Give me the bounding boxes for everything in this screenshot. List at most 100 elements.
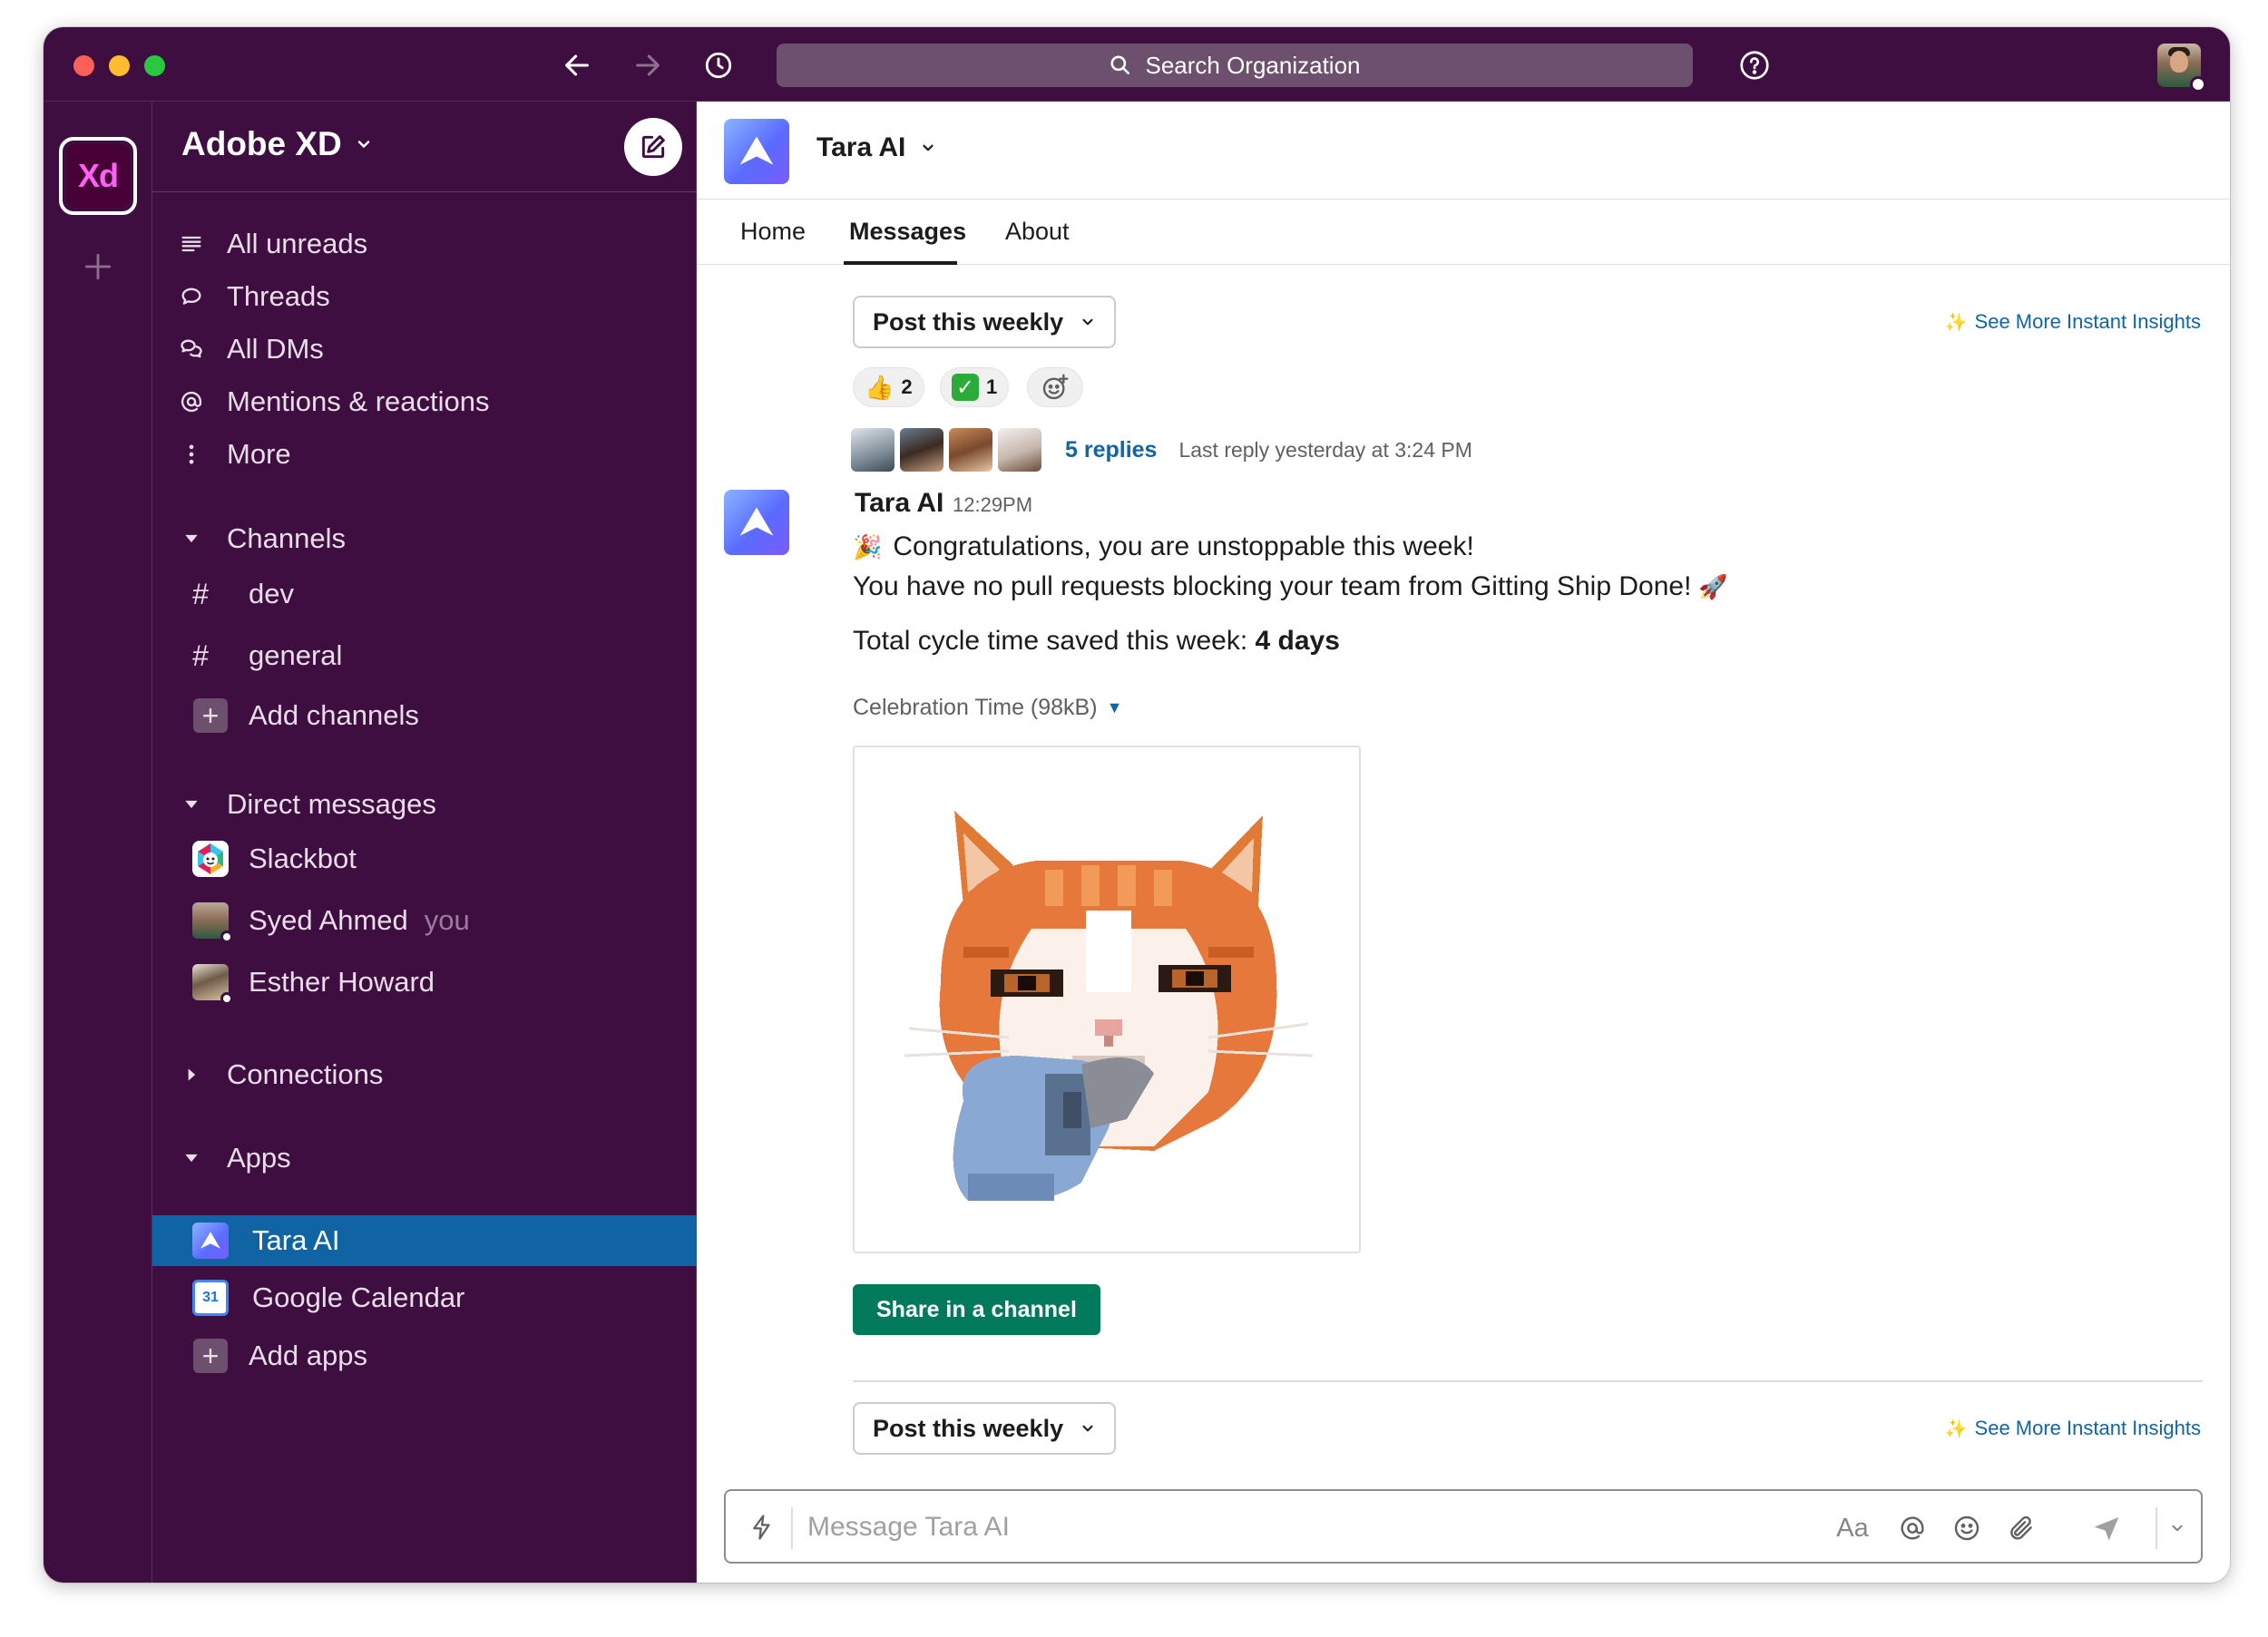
workspace-switcher-adobe-xd[interactable]: Xd	[59, 137, 137, 215]
compose-button[interactable]	[624, 118, 682, 176]
user-avatar[interactable]	[2157, 44, 2206, 93]
insights-label: See More Instant Insights	[1974, 310, 2201, 333]
sidebar-item-all-unreads[interactable]: All unreads	[152, 219, 697, 268]
message-timestamp[interactable]: 12:29PM	[953, 493, 1032, 517]
add-channels-button[interactable]: + Add channels	[152, 691, 697, 740]
search-icon	[1110, 55, 1130, 74]
sidebar-item-label: Mentions & reactions	[227, 385, 490, 417]
dm-label-wrap: Syed Ahmed you	[249, 904, 470, 937]
message-author[interactable]: Tara AI	[855, 488, 943, 519]
sidebar-item-channel-dev[interactable]: # dev	[152, 570, 697, 619]
sidebar-item-label: All DMs	[227, 333, 324, 365]
attach-paperclip-icon[interactable]	[2001, 1508, 2041, 1548]
mention-at-icon[interactable]	[1892, 1508, 1932, 1548]
sidebar-item-dm-slackbot[interactable]: Slackbot	[152, 834, 697, 883]
channels-section-toggle[interactable]: Channels	[152, 514, 697, 563]
back-arrow-icon[interactable]	[557, 45, 597, 85]
add-apps-label: Add apps	[249, 1340, 367, 1371]
workspace-name: Adobe XD	[181, 125, 342, 162]
attachment-toggle[interactable]: Celebration Time (98kB) ▼	[853, 695, 1122, 721]
sparkle-icon: ✨	[1944, 312, 1968, 333]
sidebar: Adobe XD All unreads Threads All DMs Men…	[152, 102, 697, 1583]
sidebar-item-app-tara-ai[interactable]: Tara AI	[152, 1215, 697, 1266]
sidebar-item-label: All unreads	[227, 228, 368, 259]
help-icon[interactable]	[1735, 45, 1774, 85]
message-composer: Aa	[724, 1489, 2203, 1564]
celebration-image-cat[interactable]	[853, 745, 1361, 1253]
apps-section-toggle[interactable]: Apps	[152, 1134, 697, 1183]
title-bar: Search Organization	[44, 27, 2230, 102]
forward-arrow-icon[interactable]	[628, 45, 668, 85]
channel-title-menu[interactable]: Tara AI	[816, 132, 936, 163]
add-channels-label: Add channels	[249, 699, 419, 731]
workspace-name-menu[interactable]: Adobe XD	[181, 125, 373, 163]
reaction-thumbs-up[interactable]: 👍 2	[853, 367, 924, 407]
sidebar-item-more[interactable]: More	[152, 430, 697, 479]
hash-icon: #	[192, 577, 209, 610]
all-unreads-icon	[176, 229, 207, 259]
see-more-insights-link-bottom[interactable]: ✨ See More Instant Insights	[1945, 1417, 2201, 1440]
section-header-channels: Channels	[227, 522, 346, 554]
plus-icon	[84, 253, 112, 280]
workspace-rail: Xd	[44, 102, 152, 1583]
participant-avatar	[998, 428, 1041, 472]
post-this-weekly-dropdown[interactable]: Post this weekly	[853, 296, 1117, 348]
dm-label: Syed Ahmed	[249, 904, 408, 936]
check-mark-icon: ✓	[952, 374, 979, 401]
sidebar-item-threads[interactable]: Threads	[152, 272, 697, 321]
channel-tabs: Home Messages About	[697, 200, 2230, 265]
emoji-smile-icon[interactable]	[1947, 1508, 1987, 1548]
message-line-congrats: 🎉 Congratulations, you are unstoppable th…	[853, 531, 1474, 562]
chevron-down-icon	[1082, 1425, 1093, 1432]
tab-home[interactable]: Home	[740, 218, 806, 246]
last-reply-time: Last reply yesterday at 3:24 PM	[1178, 437, 1472, 462]
hash-icon: #	[192, 638, 209, 672]
close-window-button[interactable]	[73, 55, 94, 76]
zoom-window-button[interactable]	[144, 55, 165, 76]
tab-about[interactable]: About	[1005, 218, 1070, 246]
sidebar-item-dm-syed-ahmed[interactable]: Syed Ahmed you	[152, 896, 697, 945]
caret-down-icon: ▼	[1106, 698, 1123, 716]
shortcuts-lightning-icon[interactable]	[742, 1507, 782, 1547]
sidebar-item-dm-esther-howard[interactable]: Esther Howard	[152, 958, 697, 1007]
slackbot-icon	[192, 841, 229, 877]
send-options-chevron-icon[interactable]	[2161, 1508, 2194, 1548]
thread-summary[interactable]: 5 replies Last reply yesterday at 3:24 P…	[851, 428, 1472, 472]
compose-icon	[641, 135, 665, 159]
message-text: Total cycle time saved this week:	[853, 626, 1256, 656]
share-in-channel-button[interactable]: Share in a channel	[853, 1284, 1100, 1335]
at-icon	[176, 386, 207, 417]
message-input[interactable]	[807, 1504, 1715, 1551]
replies-count-link[interactable]: 5 replies	[1065, 437, 1157, 463]
add-reaction-button[interactable]	[1027, 367, 1083, 407]
search-bar[interactable]: Search Organization	[777, 44, 1693, 87]
chevron-down-icon	[923, 144, 934, 151]
you-suffix: you	[424, 904, 470, 936]
more-vertical-icon	[176, 439, 207, 470]
minimize-window-button[interactable]	[109, 55, 130, 76]
post-this-weekly-dropdown-bottom[interactable]: Post this weekly	[853, 1402, 1117, 1455]
reaction-count: 2	[901, 375, 913, 398]
message-author-avatar[interactable]	[724, 490, 789, 555]
sidebar-item-mentions[interactable]: Mentions & reactions	[152, 377, 697, 426]
presence-icon	[220, 931, 233, 943]
reaction-check[interactable]: ✓ 1	[940, 367, 1010, 407]
see-more-insights-link[interactable]: ✨ See More Instant Insights	[1945, 310, 2201, 334]
threads-icon	[176, 281, 207, 312]
post-button-label: Post this weekly	[873, 307, 1064, 336]
chevron-down-icon	[1082, 318, 1093, 326]
message-line-cycle-time: Total cycle time saved this week: 4 days	[853, 626, 1340, 657]
sidebar-item-all-dms[interactable]: All DMs	[152, 325, 697, 374]
caret-right-icon	[176, 1059, 207, 1090]
sidebar-item-channel-general[interactable]: # general	[152, 631, 697, 680]
history-clock-icon[interactable]	[699, 45, 738, 85]
send-paper-plane-icon[interactable]	[2087, 1508, 2126, 1548]
channel-label: dev	[249, 578, 294, 609]
add-apps-button[interactable]: + Add apps	[152, 1331, 697, 1380]
sidebar-item-app-google-calendar[interactable]: 31 Google Calendar	[152, 1273, 697, 1322]
add-workspace-button[interactable]	[78, 247, 118, 287]
tab-messages[interactable]: Messages	[849, 218, 966, 246]
connections-section-toggle[interactable]: Connections	[152, 1050, 697, 1099]
formatting-aa-icon[interactable]: Aa	[1833, 1508, 1872, 1548]
dms-section-toggle[interactable]: Direct messages	[152, 780, 697, 829]
